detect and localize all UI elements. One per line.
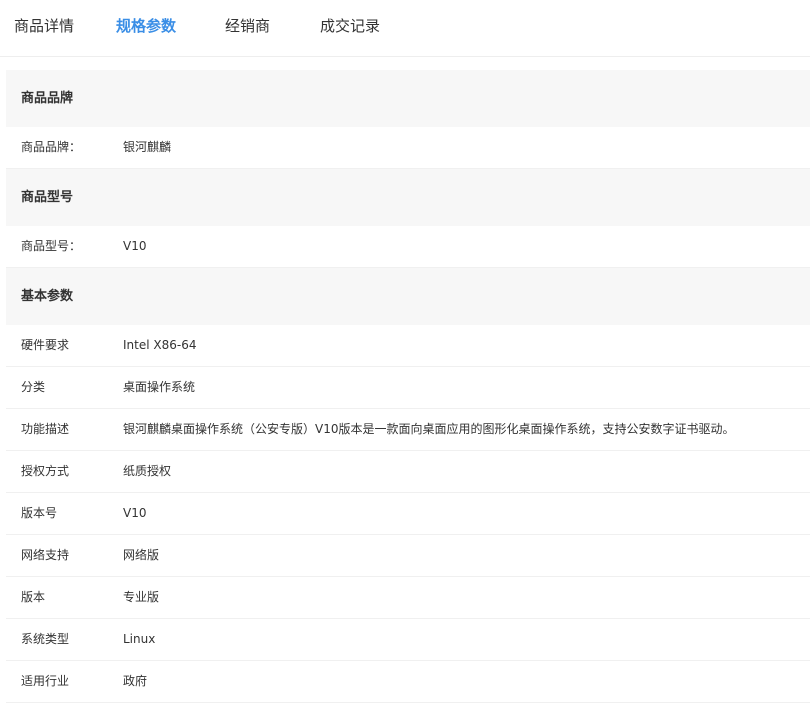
spec-value: Intel X86-64 <box>123 338 197 352</box>
section-header-brand: 商品品牌 <box>6 70 810 127</box>
spec-label: 网络支持 <box>21 548 70 562</box>
spec-value: 桌面操作系统 <box>123 380 196 394</box>
spec-value: 银河麒麟 <box>123 140 172 154</box>
spec-value: Linux <box>123 632 156 646</box>
spec-label: 授权方式 <box>21 464 70 478</box>
spec-label: 商品品牌： <box>21 140 82 154</box>
spec-value: 专业版 <box>123 590 160 604</box>
spec-label: 版本号 <box>21 506 58 520</box>
spec-label: 版本 <box>21 590 46 604</box>
spec-label: 商品型号： <box>21 239 82 253</box>
spec-label: 功能描述 <box>21 422 70 436</box>
spec-row: 授权方式 纸质授权 <box>6 451 810 493</box>
spec-row: 商品型号： V10 <box>6 226 810 268</box>
spec-row: 版本号 V10 <box>6 493 810 535</box>
tab-dealers[interactable]: 经销商 <box>225 16 270 36</box>
spec-row: 功能描述 银河麒麟桌面操作系统（公安专版）V10版本是一款面向桌面应用的图形化桌… <box>6 409 810 451</box>
spec-value: V10 <box>123 506 147 520</box>
spec-row: 分类 桌面操作系统 <box>6 367 810 409</box>
spec-row: 商品品牌： 银河麒麟 <box>6 127 810 169</box>
spec-row: 硬件要求 Intel X86-64 <box>6 325 810 367</box>
spec-row: 版本 专业版 <box>6 577 810 619</box>
tab-product-details[interactable]: 商品详情 <box>14 16 74 36</box>
tab-transaction-records[interactable]: 成交记录 <box>320 16 380 36</box>
section-header-model: 商品型号 <box>6 169 810 226</box>
tab-specifications[interactable]: 规格参数 <box>116 16 176 36</box>
section-header-basic-params: 基本参数 <box>6 268 810 325</box>
spec-value: 网络版 <box>123 548 160 562</box>
spec-label: 系统类型 <box>21 632 70 646</box>
spec-value: V10 <box>123 239 147 253</box>
tab-bar: 商品详情 规格参数 经销商 成交记录 <box>0 0 810 57</box>
spec-label: 适用行业 <box>21 674 70 688</box>
spec-label: 硬件要求 <box>21 338 70 352</box>
spec-row: 适用行业 政府 <box>6 661 810 703</box>
spec-value: 政府 <box>123 674 148 688</box>
spec-value: 银河麒麟桌面操作系统（公安专版）V10版本是一款面向桌面应用的图形化桌面操作系统… <box>123 422 735 436</box>
spec-table: 商品品牌 商品品牌： 银河麒麟 商品型号 商品型号： V10 基本参数 硬件要求… <box>6 70 810 703</box>
spec-row: 网络支持 网络版 <box>6 535 810 577</box>
spec-value: 纸质授权 <box>123 464 172 478</box>
spec-row: 系统类型 Linux <box>6 619 810 661</box>
spec-label: 分类 <box>21 380 46 394</box>
